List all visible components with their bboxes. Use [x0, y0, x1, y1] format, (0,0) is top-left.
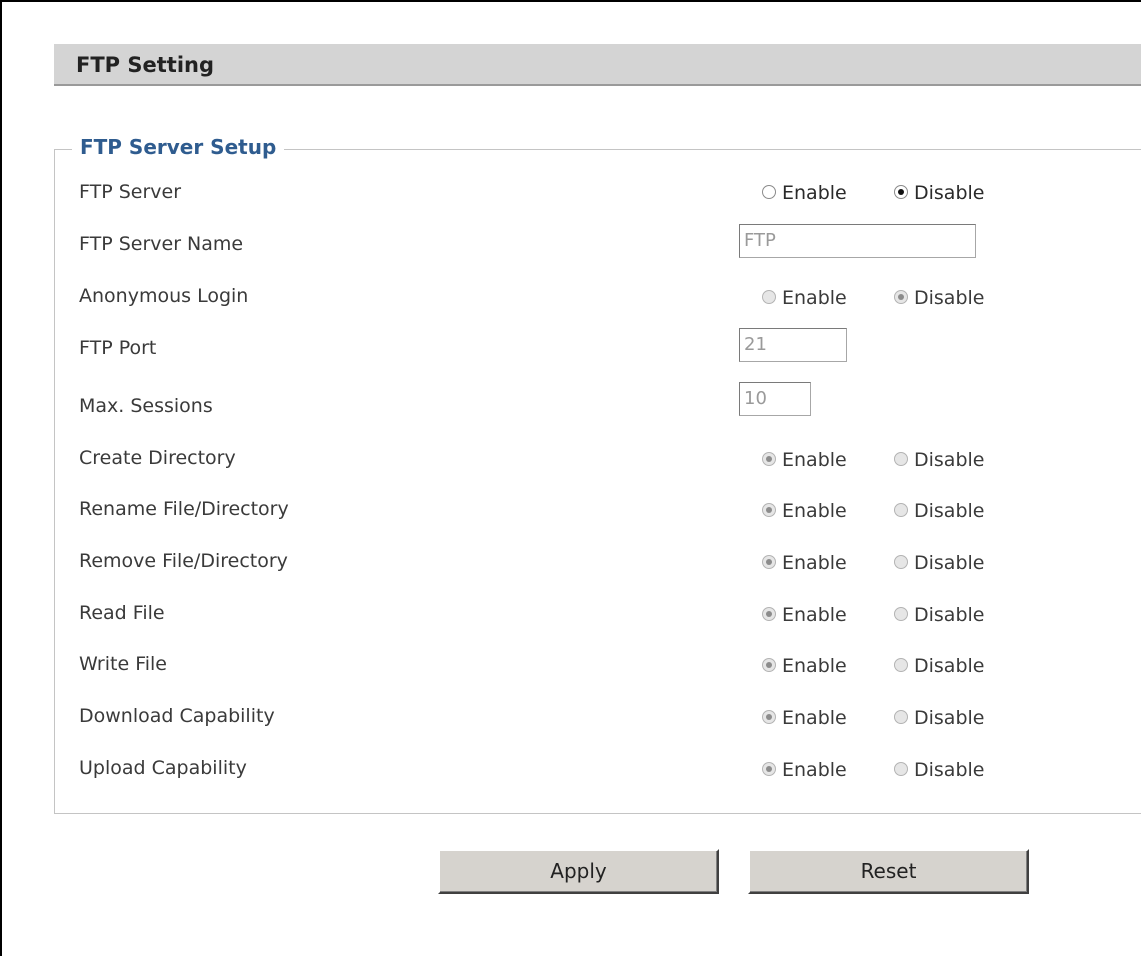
radio-circle-icon	[894, 710, 908, 724]
radio-selected-icon	[762, 452, 776, 466]
radio-circle-icon	[894, 762, 908, 776]
section-title: FTP Server Setup	[72, 135, 285, 159]
upload-capability-label: Upload Capability	[79, 757, 247, 779]
ftp-server-disable-label: Disable	[914, 182, 985, 204]
radio-selected-icon	[894, 185, 908, 199]
upload-capability-enable-label: Enable	[782, 759, 847, 781]
create-directory-disable-label: Disable	[914, 449, 985, 471]
read-file-enable-label: Enable	[782, 604, 847, 626]
anonymous-login-enable-label: Enable	[782, 287, 847, 309]
page-title-bar: FTP Setting	[54, 44, 1141, 86]
apply-button[interactable]: Apply	[438, 849, 719, 894]
radio-selected-icon	[762, 710, 776, 724]
download-capability-label: Download Capability	[79, 705, 275, 727]
ftp-server-name-input[interactable]: FTP	[739, 224, 976, 258]
radio-circle-icon	[894, 607, 908, 621]
radio-circle-icon	[762, 290, 776, 304]
create-directory-enable-label: Enable	[782, 449, 847, 471]
ftp-server-label: FTP Server	[79, 181, 182, 203]
read-file-disable-label: Disable	[914, 604, 985, 626]
radio-circle-icon	[894, 452, 908, 466]
radio-selected-icon	[762, 503, 776, 517]
max-sessions-label: Max. Sessions	[79, 395, 213, 417]
ftp-port-input[interactable]: 21	[739, 328, 847, 362]
radio-circle-icon	[894, 658, 908, 672]
anonymous-login-label: Anonymous Login	[79, 285, 249, 307]
remove-file-directory-label: Remove File/Directory	[79, 550, 288, 572]
rename-file-directory-label: Rename File/Directory	[79, 498, 289, 520]
ftp-server-enable-label: Enable	[782, 182, 847, 204]
download-capability-enable-label: Enable	[782, 707, 847, 729]
radio-circle-icon	[894, 555, 908, 569]
ftp-port-label: FTP Port	[79, 337, 157, 359]
radio-selected-icon	[762, 607, 776, 621]
write-file-label: Write File	[79, 653, 167, 675]
upload-capability-disable-label: Disable	[914, 759, 985, 781]
write-file-enable-label: Enable	[782, 655, 847, 677]
read-file-label: Read File	[79, 602, 165, 624]
radio-selected-icon	[762, 658, 776, 672]
remove-file-directory-disable-label: Disable	[914, 552, 985, 574]
radio-circle-icon	[762, 185, 776, 199]
ftp-server-name-label: FTP Server Name	[79, 233, 244, 255]
radio-circle-icon	[894, 503, 908, 517]
rename-file-directory-disable-label: Disable	[914, 500, 985, 522]
rename-file-directory-enable-label: Enable	[782, 500, 847, 522]
radio-selected-icon	[762, 555, 776, 569]
reset-button[interactable]: Reset	[748, 849, 1029, 894]
write-file-disable-label: Disable	[914, 655, 985, 677]
radio-selected-icon	[762, 762, 776, 776]
download-capability-disable-label: Disable	[914, 707, 985, 729]
radio-selected-icon	[894, 290, 908, 304]
remove-file-directory-enable-label: Enable	[782, 552, 847, 574]
page-title: FTP Setting	[76, 53, 214, 77]
max-sessions-input[interactable]: 10	[739, 382, 811, 416]
anonymous-login-disable-label: Disable	[914, 287, 985, 309]
create-directory-label: Create Directory	[79, 447, 236, 469]
